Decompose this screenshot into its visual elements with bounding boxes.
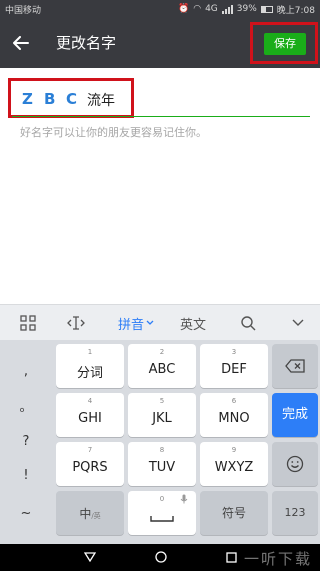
key-1[interactable]: 1 分词 [56,344,124,388]
name-logo-letter: C [66,90,78,108]
key-label: ABC [148,362,176,377]
battery-icon [260,5,273,13]
key-5[interactable]: 5 JKL [128,393,196,437]
symbol-key-comma[interactable]: , [0,364,52,379]
carrier-name: 中国移动 [5,5,42,16]
name-input-underline [12,116,310,117]
key-3[interactable]: 3 DEF [200,344,268,388]
key-label: TUV [148,460,176,475]
search-button[interactable] [230,305,266,341]
alarm-icon: ⏰ [177,4,190,14]
network-type: 4G [205,4,218,14]
back-arrow-icon [13,36,29,50]
key-number: 6 [231,397,237,405]
key-label: MNO [218,411,250,426]
keyboard-toolbar: 拼音 英文 [0,304,320,340]
symbol-key-exclaim[interactable]: ! [0,468,52,483]
pinyin-tab[interactable]: 拼音 [110,305,162,341]
page-title: 更改名字 [56,34,117,52]
key-number: 9 [231,446,237,454]
chevron-down-icon [146,320,154,325]
lang-switch-label: 中 [79,507,92,521]
symbols-button[interactable]: 符号 [200,491,268,535]
key-label: 分词 [76,366,103,381]
space-bar-icon [150,516,174,522]
symbol-key-question[interactable]: ? [0,434,52,449]
key-6[interactable]: 6 MNO [200,393,268,437]
nav-recents-icon[interactable] [226,552,237,563]
keyboard: , 。 ? ! ~ 1 分词 2 ABC 3 DEF 4 GHI 5 JKL 6… [0,340,320,544]
cursor-move-icon [67,316,85,330]
nav-bar: 更改名字 保存 [0,18,320,68]
key-number: 5 [159,397,165,405]
key-number: 7 [87,446,93,454]
done-button[interactable]: 完成 [272,393,318,437]
emoji-button[interactable] [272,442,318,486]
nav-home-icon[interactable] [155,551,167,563]
back-button[interactable] [6,28,36,58]
key-label: GHI [78,411,102,426]
grid-icon [20,315,36,331]
key-label: PQRS [72,460,108,475]
lang-switch-sub: /英 [91,512,101,520]
key-number: 1 [87,348,93,356]
key-number: 3 [231,348,237,356]
status-bar: 中国移动 ⏰ ◠ 4G 39% 晚上7:08 [0,0,320,18]
symbol-key-tilde[interactable]: ~ [0,506,52,521]
key-label: JKL [152,411,172,426]
key-number: 4 [87,397,93,405]
battery-percent: 39% [236,4,257,14]
key-4[interactable]: 4 GHI [56,393,124,437]
watermark: 一听下载 [244,550,313,568]
microphone-icon [180,494,188,504]
name-input[interactable]: 流年 [87,90,115,110]
backspace-button[interactable] [272,344,318,388]
backspace-icon [285,359,305,373]
wifi-icon: ◠ [193,4,202,14]
name-logo-letter: B [44,90,56,108]
space-key[interactable]: 0 [128,491,196,535]
numeric-switch-button[interactable]: 123 [272,491,318,535]
key-7[interactable]: 7 PQRS [56,442,124,486]
name-hint: 好名字可以让你的朋友更容易记住你。 [20,126,207,139]
symbol-key-period[interactable]: 。 [0,396,52,415]
search-icon [241,316,256,331]
key-number: 2 [159,348,165,356]
save-button[interactable]: 保存 [264,33,306,55]
name-logo-letter: Z [22,90,33,108]
chevron-down-icon [292,319,304,326]
key-number: 8 [159,446,165,454]
key-label: DEF [221,362,247,377]
signal-icon [221,4,233,14]
key-label: WXYZ [214,460,254,475]
lang-switch-button[interactable]: 中/英 [56,491,124,535]
collapse-keyboard-button[interactable] [282,305,314,341]
emoji-icon [286,455,304,473]
save-highlight-frame: 保存 [250,22,318,64]
key-8[interactable]: 8 TUV [128,442,196,486]
system-nav-bar: 一听下载 [0,544,320,571]
english-tab[interactable]: 英文 [168,305,218,341]
pinyin-label: 拼音 [117,317,144,333]
key-2[interactable]: 2 ABC [128,344,196,388]
nav-back-icon[interactable] [84,552,96,562]
grid-menu-button[interactable] [10,305,46,341]
key-9[interactable]: 9 WXYZ [200,442,268,486]
cursor-control-button[interactable] [58,305,94,341]
clock: 晚上7:08 [276,5,315,16]
